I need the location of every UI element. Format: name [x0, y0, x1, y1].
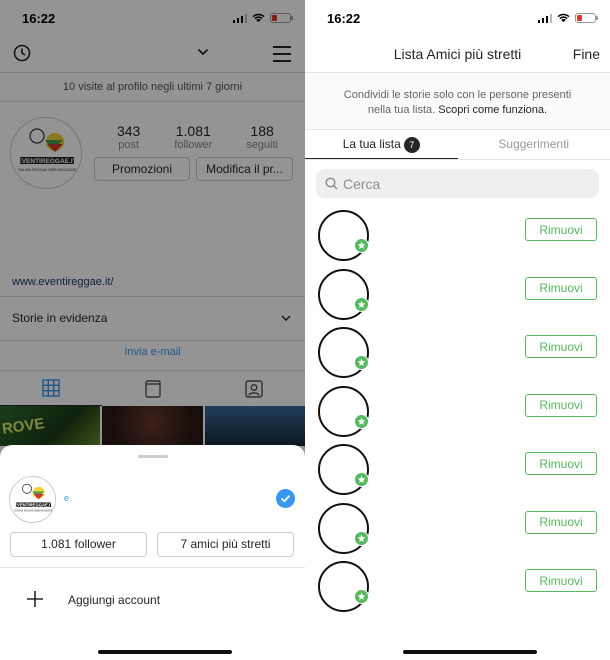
wifi-icon	[557, 13, 570, 23]
star-icon	[354, 472, 369, 487]
add-account-link[interactable]: Aggiungi account	[68, 593, 160, 607]
svg-text:EVENTIREGGAE.IT: EVENTIREGGAE.IT	[14, 502, 53, 507]
star-icon	[354, 530, 369, 546]
info-banner: Condividi le storie solo con le persone …	[305, 72, 610, 130]
friend-row: Rimuovi	[305, 206, 610, 264]
remove-button[interactable]: Rimuovi	[525, 393, 597, 417]
search-input[interactable]	[343, 169, 583, 198]
star-icon	[354, 413, 369, 429]
friend-avatar[interactable]	[318, 561, 369, 612]
info-text: Condividi le storie solo con le persone …	[343, 89, 572, 101]
sheet-account-name: e	[64, 493, 70, 503]
friend-row: Rimuovi	[305, 557, 610, 615]
status-time: 16:22	[327, 11, 361, 26]
info-text-2: nella tua lista.	[367, 104, 436, 116]
home-indicator[interactable]	[98, 650, 232, 654]
sheet-divider	[0, 567, 305, 568]
list-tabs: La tua lista 7 Suggerimenti	[305, 130, 610, 160]
close-friends-header: Lista Amici più stretti Fine	[305, 36, 610, 72]
followers-button[interactable]: 1.081 follower	[10, 532, 147, 557]
friend-avatar[interactable]	[318, 444, 369, 495]
friend-avatar[interactable]	[318, 327, 369, 378]
remove-button[interactable]: Rimuovi	[525, 569, 597, 592]
remove-button[interactable]: Rimuovi	[525, 510, 597, 534]
sheet-avatar[interactable]: EVENTIREGGAE.IT ITALIAN REGGAE WEB MAGAZ…	[9, 476, 56, 523]
remove-button[interactable]: Rimuovi	[525, 452, 597, 475]
list-count-badge: 7	[403, 137, 420, 153]
friend-row: Rimuovi	[305, 265, 610, 323]
signal-icon	[537, 13, 552, 23]
eventireggae-logo: EVENTIREGGAE.IT ITALIAN REGGAE WEB MAGAZ…	[14, 483, 53, 513]
tab-suggestions[interactable]: Suggerimenti	[458, 130, 610, 159]
battery-icon	[575, 13, 598, 23]
close-friends-button[interactable]: 7 amici più stretti	[157, 532, 294, 557]
friend-row: Rimuovi	[305, 323, 610, 381]
profile-screen: 16:22 10 visite al profilo negli ultimi …	[0, 0, 305, 660]
remove-button[interactable]: Rimuovi	[525, 335, 597, 358]
star-icon	[354, 238, 369, 253]
learn-more-link[interactable]: Scopri come funziona.	[438, 104, 547, 116]
search-bar	[316, 169, 599, 198]
star-icon	[354, 355, 369, 370]
friend-avatar[interactable]	[318, 502, 369, 554]
sheet-grabber[interactable]	[138, 455, 168, 458]
done-button[interactable]: Fine	[573, 46, 600, 62]
friend-row: Rimuovi	[305, 440, 610, 498]
page-title: Lista Amici più stretti	[393, 46, 522, 62]
friend-row: Rimuovi	[305, 382, 610, 440]
close-friends-screen: 16:22 Lista Amici più stretti Fine Condi…	[305, 0, 610, 660]
star-icon	[354, 589, 369, 604]
remove-button[interactable]: Rimuovi	[525, 218, 597, 241]
tab-your-list[interactable]: La tua lista 7	[305, 130, 458, 159]
status-bar: 16:22	[305, 0, 610, 36]
friend-row: Rimuovi	[305, 499, 610, 557]
friend-avatar[interactable]	[318, 268, 369, 320]
friend-avatar[interactable]	[318, 385, 369, 437]
checkmark-icon	[276, 489, 295, 508]
plus-icon[interactable]	[26, 590, 44, 608]
remove-button[interactable]: Rimuovi	[525, 276, 597, 300]
svg-text:ITALIAN REGGAE WEB MAGAZINE: ITALIAN REGGAE WEB MAGAZINE	[15, 510, 53, 513]
friend-avatar[interactable]	[318, 210, 369, 261]
home-indicator[interactable]	[403, 650, 537, 654]
star-icon	[354, 296, 369, 312]
search-icon	[325, 177, 338, 190]
